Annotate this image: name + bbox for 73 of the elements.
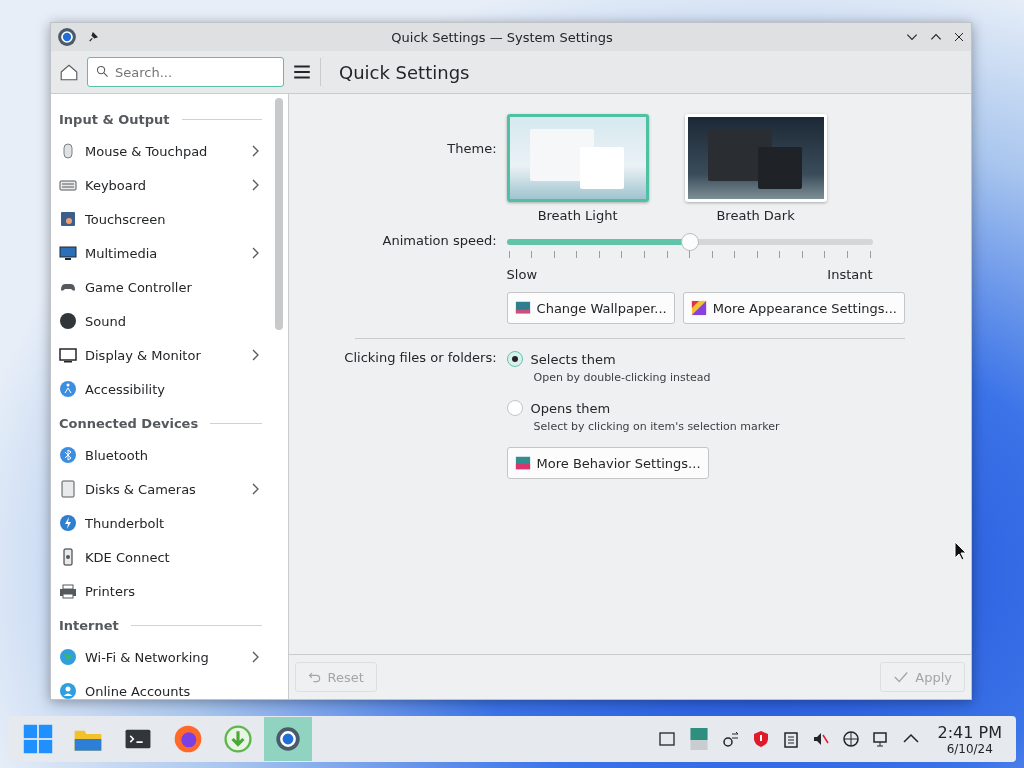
taskbar-app[interactable] bbox=[264, 717, 312, 761]
clock-time: 2:41 PM bbox=[937, 722, 1002, 742]
home-icon bbox=[59, 62, 79, 82]
instant-label: Instant bbox=[827, 267, 873, 282]
close-icon bbox=[953, 31, 965, 43]
section-heading: Internet bbox=[59, 617, 119, 633]
sidebar-item[interactable]: Printers bbox=[51, 574, 271, 608]
animation-label: Animation speed: bbox=[382, 233, 497, 250]
sidebar-item[interactable]: Touchscreen bbox=[51, 202, 271, 236]
section-heading: Input & Output bbox=[59, 111, 170, 127]
sidebar-item[interactable]: Thunderbolt bbox=[51, 506, 271, 540]
sidebar-item[interactable]: Game Controller bbox=[51, 270, 271, 304]
clipboard-icon bbox=[781, 730, 800, 748]
sidebar-item[interactable]: Accessibility bbox=[51, 372, 271, 406]
sidebar-item[interactable]: Multimedia bbox=[51, 236, 271, 270]
download-icon bbox=[224, 725, 252, 753]
palette-icon bbox=[690, 300, 707, 316]
change-wallpaper-button[interactable]: Change Wallpaper... bbox=[506, 292, 675, 324]
sidebar-item[interactable]: Wi-Fi & Networking bbox=[51, 640, 271, 674]
radio-button[interactable] bbox=[506, 400, 523, 416]
scrollbar-thumb[interactable] bbox=[274, 98, 283, 330]
clock-date: 6/10/24 bbox=[946, 741, 993, 756]
sidebar-item[interactable]: Sound bbox=[51, 304, 271, 338]
monitor-icon bbox=[59, 244, 77, 262]
window-title: Quick Settings — System Settings bbox=[390, 29, 614, 45]
display-network-icon bbox=[871, 730, 890, 748]
printer-icon bbox=[59, 582, 77, 600]
browser-icon bbox=[173, 724, 203, 754]
speaker-icon bbox=[59, 312, 77, 330]
theme-name: Breath Light bbox=[537, 208, 618, 223]
sidebar-item[interactable]: Bluetooth bbox=[51, 438, 271, 472]
radio-button[interactable] bbox=[506, 351, 523, 367]
bluetooth-icon bbox=[59, 446, 77, 464]
sidebar-item[interactable]: KDE Connect bbox=[51, 540, 271, 574]
theme-name: Breath Dark bbox=[716, 208, 795, 223]
theme-label: Theme: bbox=[447, 141, 497, 156]
sidebar-item[interactable]: Keyboard bbox=[51, 168, 271, 202]
clicking-label: Clicking files or folders: bbox=[344, 350, 497, 365]
animation-slider[interactable] bbox=[506, 233, 873, 251]
pin-icon bbox=[87, 31, 99, 43]
option-description: Select by clicking on item's selection marker bbox=[532, 420, 781, 433]
sidebar-item[interactable]: Mouse & Touchpad bbox=[51, 134, 271, 168]
lightning-icon bbox=[59, 514, 77, 532]
globe-network-icon bbox=[841, 730, 860, 748]
undo-icon bbox=[307, 670, 322, 684]
slider-handle[interactable] bbox=[680, 233, 699, 251]
gear-icon bbox=[273, 724, 303, 754]
tablet-icon bbox=[657, 730, 676, 748]
wallpaper-icon bbox=[514, 300, 531, 316]
menu-icon bbox=[292, 62, 312, 82]
sidebar-item[interactable]: Display & Monitor bbox=[51, 338, 271, 372]
radio-option[interactable]: Selects them bbox=[506, 349, 905, 369]
behavior-settings-button[interactable]: More Behavior Settings... bbox=[506, 447, 709, 479]
search-field[interactable]: Search... bbox=[87, 57, 284, 87]
section-heading: Connected Devices bbox=[59, 415, 199, 431]
radio-option[interactable]: Opens them bbox=[506, 398, 905, 418]
slow-label: Slow bbox=[506, 267, 538, 282]
option-description: Open by double-clicking instead bbox=[532, 371, 712, 384]
appearance-settings-button[interactable]: More Appearance Settings... bbox=[682, 292, 905, 324]
touchscreen-icon bbox=[59, 210, 77, 228]
settings-gear-icon bbox=[57, 27, 77, 47]
shield-icon bbox=[751, 730, 770, 748]
page-title: Quick Settings bbox=[338, 61, 470, 83]
accessibility-icon bbox=[59, 380, 77, 398]
behavior-icon bbox=[514, 455, 531, 471]
search-icon bbox=[96, 65, 109, 78]
mouse-pointer-icon bbox=[954, 541, 968, 561]
globe-icon bbox=[59, 648, 77, 666]
sidebar-item[interactable]: Online Accounts bbox=[51, 674, 271, 699]
display-icon bbox=[59, 346, 77, 364]
checkmark-icon bbox=[893, 669, 910, 685]
windows-logo-icon bbox=[22, 723, 54, 755]
sidebar-item[interactable]: Disks & Cameras bbox=[51, 472, 271, 506]
